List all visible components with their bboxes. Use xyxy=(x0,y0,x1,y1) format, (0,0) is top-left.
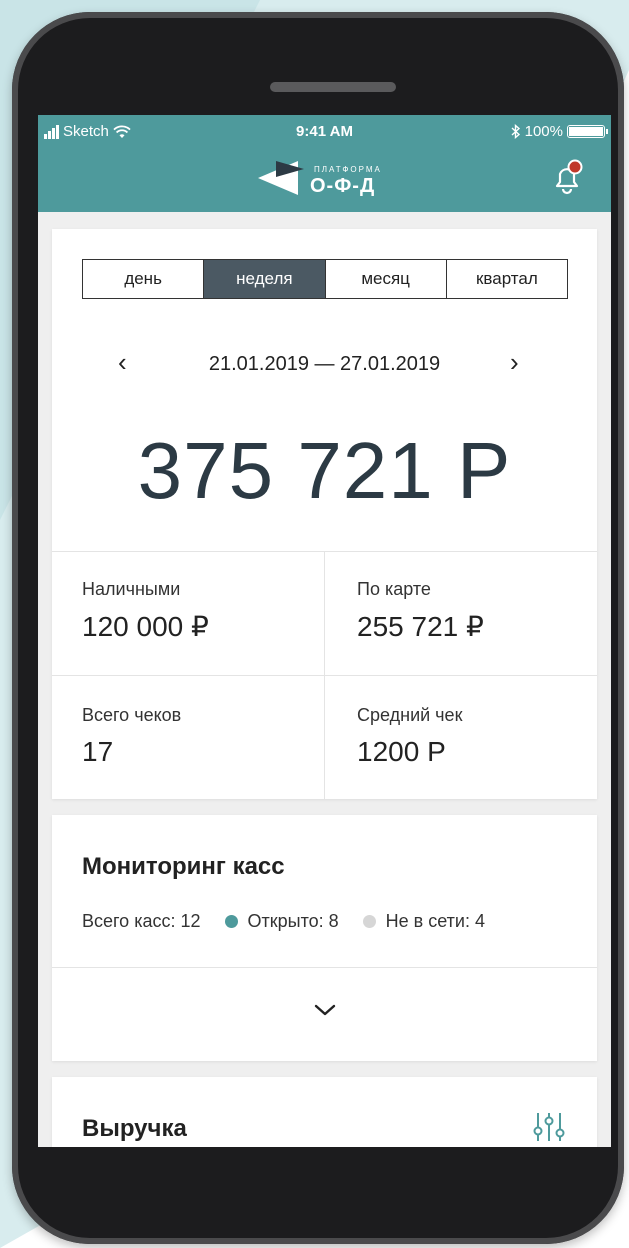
period-selector: день неделя месяц квартал xyxy=(82,259,568,299)
cash-metric: Наличными 120 000 ₽ xyxy=(82,579,209,643)
battery-percent: 100% xyxy=(524,123,563,140)
checks-label: Всего чеков xyxy=(82,705,182,725)
period-quarter-tab[interactable]: квартал xyxy=(445,260,567,298)
card-value: 255 721 ₽ xyxy=(357,611,484,642)
checks-value: 17 xyxy=(82,736,114,767)
bell-icon[interactable] xyxy=(550,159,584,195)
sliders-icon[interactable] xyxy=(530,1111,568,1143)
app-screen: Sketch 9:41 AM 100% ПЛАТФОРМА О-Ф-Д день… xyxy=(38,115,611,1147)
period-month-tab[interactable]: месяц xyxy=(324,260,446,298)
app-header: Sketch 9:41 AM 100% ПЛАТФОРМА О-Ф-Д xyxy=(38,115,611,212)
summary-card: день неделя месяц квартал ‹ 21.01.2019 —… xyxy=(52,229,597,799)
monitoring-title: Мониторинг касс xyxy=(82,853,285,880)
open-status-dot xyxy=(224,915,238,928)
average-check-label: Средний чек xyxy=(357,705,463,725)
phone-speaker xyxy=(270,82,396,92)
registers-total: Всего касс: 12 xyxy=(82,911,201,931)
period-day-tab[interactable]: день xyxy=(83,260,203,298)
battery-icon xyxy=(567,125,608,138)
card-label: По карте xyxy=(357,579,431,599)
cash-label: Наличными xyxy=(82,579,181,599)
average-check-value: 1200 Р xyxy=(357,736,446,767)
cash-value: 120 000 ₽ xyxy=(82,611,209,642)
card-metric: По карте 255 721 ₽ xyxy=(357,579,484,643)
total-revenue: 375 721 Р xyxy=(137,426,512,515)
revenue-card: Выручка xyxy=(52,1077,597,1147)
period-week-tab[interactable]: неделя xyxy=(203,260,325,298)
logo-small-text: ПЛАТФОРМА xyxy=(314,165,382,174)
checks-metric: Всего чеков 17 xyxy=(82,705,181,768)
average-check-metric: Средний чек 1200 Р xyxy=(357,705,462,768)
status-bar: Sketch 9:41 AM 100% xyxy=(38,123,611,145)
divider xyxy=(324,551,325,799)
revenue-title: Выручка xyxy=(82,1115,187,1142)
ofd-logo: ПЛАТФОРМА О-Ф-Д xyxy=(258,157,398,197)
offline-status-dot xyxy=(362,915,376,928)
notification-dot xyxy=(567,159,583,175)
logo-big-text: О-Ф-Д xyxy=(310,175,376,197)
bluetooth-icon xyxy=(511,124,520,139)
registers-open: Открыто: 8 xyxy=(247,911,339,931)
chevron-down-icon[interactable] xyxy=(310,1000,340,1020)
divider xyxy=(52,967,597,968)
monitoring-stats: Всего касс: 12 Открыто: 8 Не в сети: 4 xyxy=(82,911,485,932)
registers-offline: Не в сети: 4 xyxy=(385,911,485,931)
logo-mark xyxy=(258,161,304,195)
monitoring-card: Мониторинг касс Всего касс: 12 Открыто: … xyxy=(52,815,597,1061)
next-period-button[interactable]: › xyxy=(510,347,519,378)
